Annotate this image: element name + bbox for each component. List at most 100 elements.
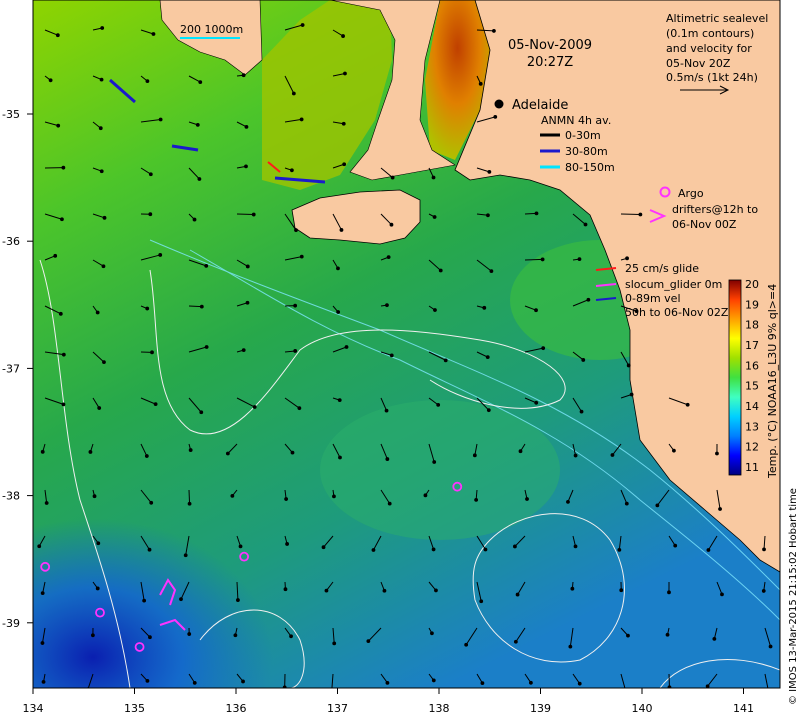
velocity-arrow-head [197, 177, 202, 181]
svg-text:0-89m vel: 0-89m vel [625, 292, 681, 305]
velocity-arrow-head [179, 597, 183, 602]
velocity-arrow-head [343, 71, 347, 76]
velocity-arrow-head [443, 358, 448, 363]
velocity-arrow-head [299, 117, 304, 122]
velocity-arrow-head [482, 305, 487, 310]
svg-text:30-80m: 30-80m [565, 145, 608, 158]
sst-map: 05-Nov-2009 20:27Z 200 1000m Adelaide Al… [2, 0, 799, 715]
velocity-arrow-head [330, 692, 333, 695]
velocity-arrow-head [387, 501, 392, 506]
velocity-arrow-head [487, 169, 492, 174]
velocity-arrow-head [518, 449, 523, 454]
velocity-arrow-head [566, 499, 570, 504]
velocity-arrow-head [336, 266, 340, 271]
velocity-arrow-head [289, 168, 294, 173]
velocity-arrow-head [151, 32, 156, 36]
velocity-arrow-head [149, 500, 154, 505]
velocity-arrow-head [187, 501, 192, 506]
velocity-arrow-head [99, 77, 104, 82]
colorbar-tick-label: 18 [745, 319, 759, 332]
velocity-arrow [236, 213, 254, 216]
velocity-arrow-head [252, 405, 257, 409]
velocity-arrow-head [225, 451, 230, 456]
velocity-arrow-head [464, 642, 469, 647]
velocity-arrow-head [102, 215, 107, 220]
x-tick-label: 137 [327, 702, 348, 715]
svg-text:slocum_glider 0m: slocum_glider 0m [625, 278, 722, 291]
velocity-arrow-head [230, 493, 235, 498]
colorbar-tick-label: 19 [745, 298, 759, 311]
velocity-arrow-head [61, 165, 66, 170]
velocity-arrow-head [338, 455, 342, 460]
velocity-arrow-head [199, 410, 204, 415]
velocity-arrow-head [386, 255, 391, 260]
velocity-arrow-head [433, 308, 437, 312]
velocity-arrow-head [183, 553, 188, 558]
velocity-arrow-head [192, 217, 197, 222]
velocity-arrow-head [341, 34, 345, 38]
velocity-arrow-head [198, 80, 203, 85]
y-tick-label: -38 [2, 490, 20, 503]
velocity-arrow-head [233, 633, 238, 638]
velocity-arrow-head [245, 300, 250, 305]
velocity-arrow-head [297, 406, 302, 411]
velocity-arrow-head [236, 598, 240, 602]
velocity-arrow-head [95, 310, 100, 315]
x-tick-label: 134 [23, 702, 44, 715]
velocity-arrow-head [284, 497, 289, 501]
velocity-arrow-head [483, 547, 488, 552]
title-date: 05-Nov-2009 [508, 38, 592, 53]
velocity-arrow-head [145, 679, 150, 683]
velocity-arrow [524, 258, 543, 261]
velocity-arrow-head [673, 543, 678, 548]
velocity-arrow-head [534, 400, 539, 405]
velocity-arrow-head [96, 541, 101, 546]
svg-text:0-30m: 0-30m [565, 129, 601, 142]
colorbar-tick-label: 20 [745, 278, 759, 291]
velocity-arrow-head [479, 599, 484, 604]
velocity-arrow-head [187, 632, 192, 636]
velocity-arrow-head [40, 449, 45, 454]
velocity-arrow-head [244, 124, 249, 129]
svg-text:drifters@12h to: drifters@12h to [672, 203, 758, 216]
velocity-arrow-head [432, 215, 437, 219]
velocity-arrow-head [570, 586, 575, 591]
velocity-arrow-head [573, 544, 578, 549]
velocity-arrow-head [385, 303, 389, 308]
velocity-arrow-head [145, 79, 150, 84]
svg-text:ANMN 4h av.: ANMN 4h av. [541, 114, 611, 127]
velocity-arrow-head [337, 398, 342, 403]
velocity-arrow-head [41, 679, 46, 684]
velocity-arrow-head [534, 308, 538, 313]
velocity-arrow-head [667, 590, 671, 595]
velocity-arrow-head [332, 494, 336, 499]
velocity-arrow-head [626, 633, 630, 638]
plot-area [33, 0, 780, 695]
velocity-arrow-head [581, 358, 586, 362]
velocity-arrow-head [720, 592, 724, 597]
svg-text:Altimetric sealevel: Altimetric sealevel [666, 12, 768, 25]
velocity-arrow-head [389, 353, 394, 358]
velocity-arrow-head [619, 588, 624, 593]
velocity-arrow-head [384, 408, 389, 413]
velocity-arrow-head [204, 345, 209, 349]
velocity-arrow-head [577, 681, 582, 686]
adelaide-marker [494, 99, 504, 109]
velocity-arrow-head [321, 545, 326, 550]
svg-text:50h to 06-Nov 02Z: 50h to 06-Nov 02Z [625, 306, 729, 319]
svg-text:0.5m/s (1kt 24h): 0.5m/s (1kt 24h) [666, 71, 758, 84]
velocity-arrow-head [158, 117, 163, 122]
velocity-arrow-head [366, 639, 371, 644]
velocity-arrow-head [48, 78, 53, 83]
velocity-arrow-head [158, 253, 163, 257]
velocity-arrow-head [705, 684, 710, 688]
velocity-arrow-head [61, 352, 66, 357]
velocity-arrow [620, 213, 641, 216]
velocity-arrow-head [148, 212, 153, 217]
velocity-arrow-head [100, 26, 105, 30]
velocity-arrow-head [90, 633, 95, 638]
velocity-arrow-head [150, 350, 154, 355]
velocity-arrow-head [541, 346, 546, 351]
velocity-arrow-head [685, 402, 690, 407]
velocity-arrow-head [102, 360, 106, 365]
